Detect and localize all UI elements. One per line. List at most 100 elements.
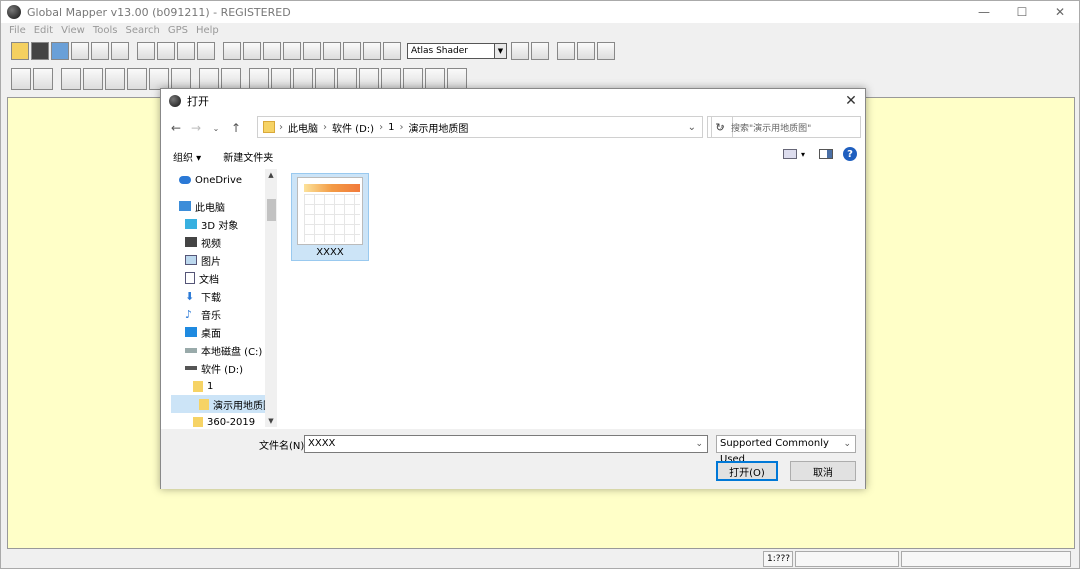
forward-arrow-icon[interactable]: → (187, 119, 205, 137)
chevron-down-icon[interactable]: ⌄ (688, 122, 696, 133)
binoculars-icon[interactable] (383, 42, 401, 60)
water-icon[interactable] (577, 42, 595, 60)
filename-input[interactable]: XXXX ⌄ (304, 435, 708, 453)
union-icon[interactable] (403, 68, 423, 90)
simplify-icon[interactable] (221, 68, 241, 90)
reshape-icon[interactable] (271, 68, 291, 90)
file-type-select[interactable]: Supported Commonly Used ⌄ (716, 435, 856, 465)
organize-button[interactable]: 组织 ▾ (173, 149, 201, 164)
navigation-scrollbar[interactable]: ▲ ▼ (265, 169, 277, 427)
close-button[interactable]: ✕ (1041, 1, 1079, 23)
digitizer-icon[interactable] (223, 42, 241, 60)
menu-help[interactable]: Help (196, 25, 219, 36)
nav-item-folder-1[interactable]: 1 (193, 377, 213, 395)
nav-item-onedrive[interactable]: OneDrive (179, 171, 242, 189)
crop-icon[interactable] (171, 68, 191, 90)
pan-icon[interactable] (177, 42, 195, 60)
smooth-icon[interactable] (199, 68, 219, 90)
maximize-button[interactable]: ☐ (1003, 1, 1041, 23)
search-input[interactable]: ⌕ 搜索"演示用地质图" (711, 116, 861, 138)
shader-select[interactable]: Atlas Shader ▼ (407, 43, 507, 59)
config-icon[interactable] (111, 42, 129, 60)
difference-icon[interactable] (425, 68, 445, 90)
folder-icon (193, 416, 203, 427)
move-icon[interactable] (337, 68, 357, 90)
scale-icon[interactable] (315, 68, 335, 90)
layers-icon[interactable] (91, 42, 109, 60)
merge-icon[interactable] (127, 68, 147, 90)
dropdown-icon[interactable] (363, 42, 381, 60)
split-icon[interactable] (105, 68, 125, 90)
zoom-out-icon[interactable] (157, 42, 175, 60)
computer-icon (179, 201, 191, 211)
close-all-icon[interactable] (31, 42, 49, 60)
menu-search[interactable]: Search (125, 25, 159, 36)
draw-area-icon[interactable] (11, 68, 31, 90)
address-bar[interactable]: › 此电脑 › 软件 (D:) › 1 › 演示用地质图 ⌄ (257, 116, 703, 138)
chevron-down-icon[interactable]: ▾ (801, 150, 805, 159)
menu-tools[interactable]: Tools (93, 25, 118, 36)
nav-item-drive-c[interactable]: 本地磁盘 (C:) (185, 341, 262, 359)
open-file-icon[interactable] (11, 42, 29, 60)
nav-item-videos[interactable]: 视频 (185, 233, 221, 251)
file-item[interactable]: XXXX (291, 173, 369, 261)
scroll-thumb[interactable] (267, 199, 276, 221)
rotate-icon[interactable] (293, 68, 313, 90)
vertical-exag-icon[interactable] (557, 42, 575, 60)
nav-item-this-pc[interactable]: 此电脑 (179, 197, 225, 215)
edit-vertex-icon[interactable] (83, 68, 103, 90)
scroll-down-icon[interactable]: ▼ (265, 415, 277, 427)
buffer-icon[interactable] (149, 68, 169, 90)
back-arrow-icon[interactable]: ← (167, 119, 185, 137)
globe-icon (169, 95, 181, 107)
up-arrow-icon[interactable]: ↑ (227, 119, 245, 137)
path-profile-icon[interactable] (283, 42, 301, 60)
join-icon[interactable] (359, 68, 379, 90)
chevron-down-icon[interactable]: ⌄ (695, 436, 703, 452)
pencil-icon[interactable] (249, 68, 269, 90)
nav-item-pictures[interactable]: 图片 (185, 251, 221, 269)
breadcrumb-demo-map[interactable]: 演示用地质图 (408, 120, 468, 135)
intersect-icon[interactable] (381, 68, 401, 90)
breadcrumb-folder-1[interactable]: 1 (388, 122, 394, 133)
nav-item-downloads[interactable]: ⬇ 下载 (185, 287, 221, 305)
nav-item-360-2019[interactable]: 360-2019 (193, 413, 255, 427)
menu-view[interactable]: View (61, 25, 85, 36)
feature-info-icon[interactable] (263, 42, 281, 60)
view-mode-icon[interactable] (782, 149, 797, 159)
erase-icon[interactable] (447, 68, 467, 90)
nav-item-desktop[interactable]: 桌面 (185, 323, 221, 341)
select-icon[interactable] (343, 42, 361, 60)
view-shed-icon[interactable] (303, 42, 321, 60)
3d-view-icon[interactable] (323, 42, 341, 60)
dialog-close-button[interactable]: ✕ (841, 91, 861, 111)
menu-edit[interactable]: Edit (34, 25, 53, 36)
nav-item-documents[interactable]: 文档 (185, 269, 219, 287)
recent-chevron-icon[interactable]: ⌄ (207, 119, 225, 137)
preview-pane-icon[interactable] (819, 149, 833, 159)
breadcrumb-drive-d[interactable]: 软件 (D:) (332, 120, 374, 135)
nav-item-music[interactable]: ♪ 音乐 (185, 305, 221, 323)
cancel-button[interactable]: 取消 (790, 461, 856, 481)
lighting-icon[interactable] (531, 42, 549, 60)
draw-line-icon[interactable] (33, 68, 53, 90)
menu-gps[interactable]: GPS (168, 25, 188, 36)
nav-item-drive-d[interactable]: 软件 (D:) (185, 359, 243, 377)
scroll-up-icon[interactable]: ▲ (265, 169, 277, 181)
new-folder-button[interactable]: 新建文件夹 (223, 149, 273, 164)
zoom-in-icon[interactable] (137, 42, 155, 60)
draw-point-icon[interactable] (61, 68, 81, 90)
workspace-icon[interactable] (71, 42, 89, 60)
nav-item-demo-map[interactable]: 演示用地质图 (171, 395, 277, 413)
measure-icon[interactable] (243, 42, 261, 60)
online-data-icon[interactable] (51, 42, 69, 60)
help-icon[interactable]: ? (843, 147, 857, 161)
menu-file[interactable]: File (9, 25, 26, 36)
nav-item-3d-objects[interactable]: 3D 对象 (185, 215, 238, 233)
breadcrumb-this-pc[interactable]: 此电脑 (288, 120, 318, 135)
minimize-button[interactable]: — (965, 1, 1003, 23)
full-view-icon[interactable] (197, 42, 215, 60)
shader-settings-icon[interactable] (511, 42, 529, 60)
open-button[interactable]: 打开(O) (716, 461, 778, 481)
contrast-icon[interactable] (597, 42, 615, 60)
